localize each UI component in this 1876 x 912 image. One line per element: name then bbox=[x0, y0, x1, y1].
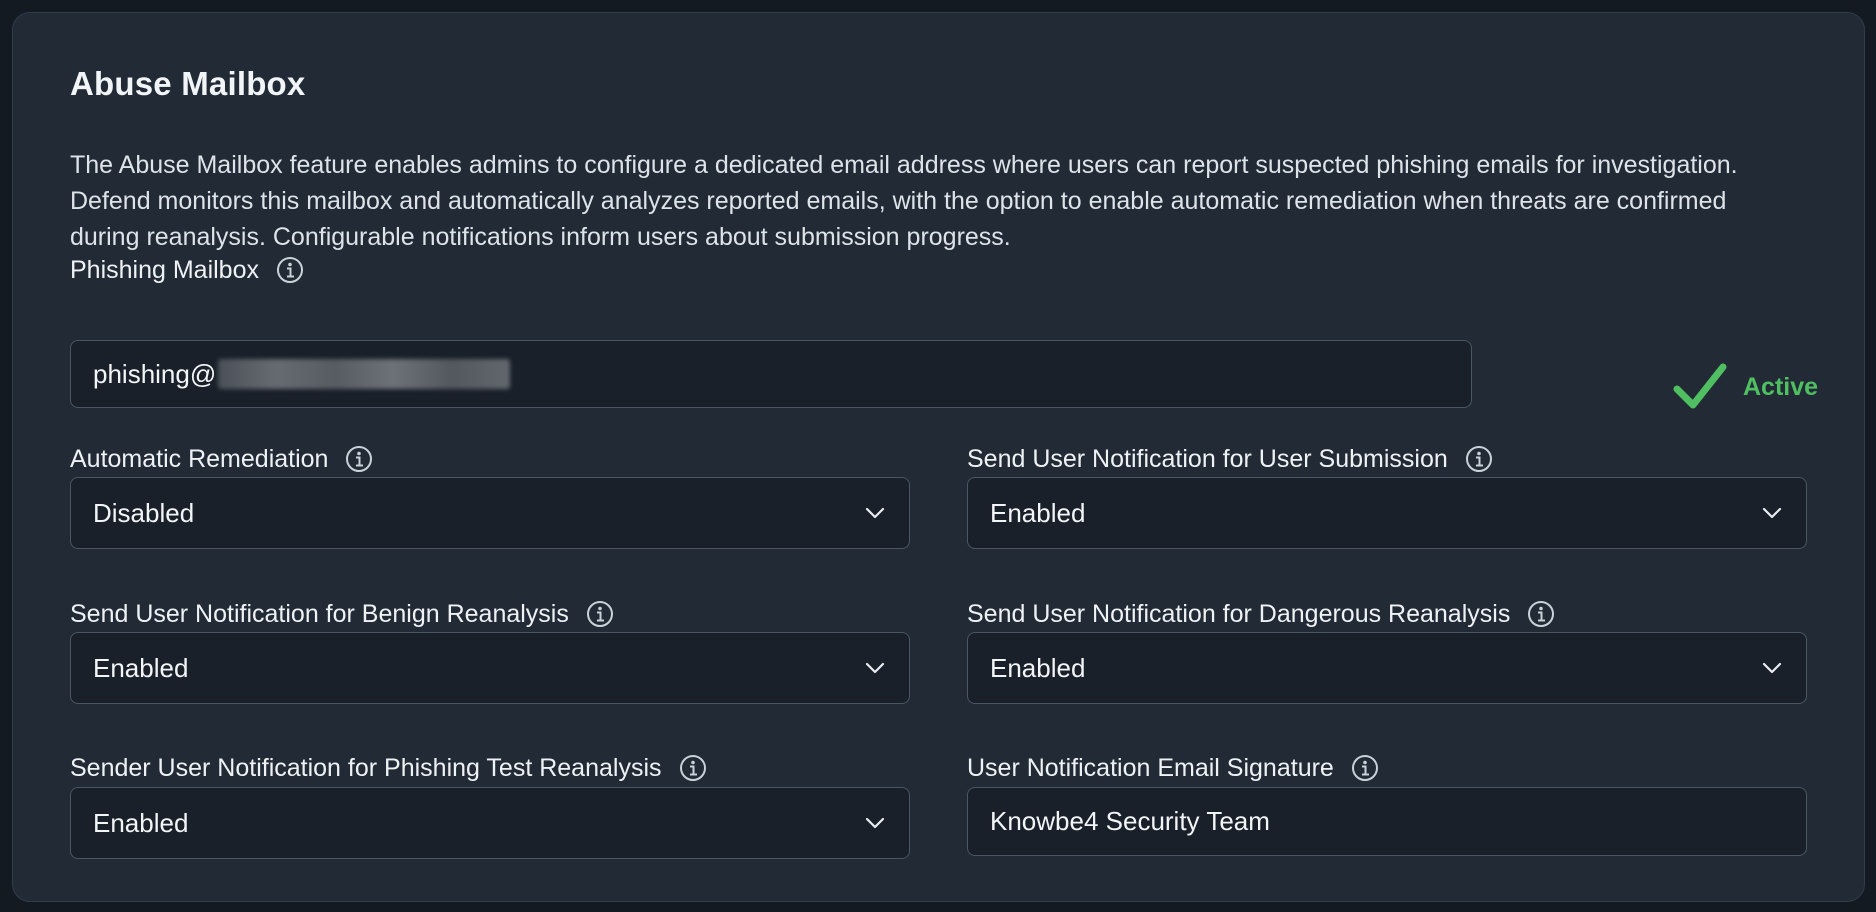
status-badge: Active bbox=[1743, 372, 1819, 401]
notify-benign-select[interactable]: Enabled bbox=[70, 632, 910, 704]
notify-benign-label: Send User Notification for Benign Reanal… bbox=[70, 597, 615, 631]
info-icon[interactable] bbox=[1464, 444, 1494, 474]
automatic-remediation-select[interactable]: Disabled bbox=[70, 477, 910, 549]
chevron-down-icon bbox=[865, 662, 885, 674]
notify-user-submission-label: Send User Notification for User Submissi… bbox=[967, 442, 1494, 476]
email-signature-input[interactable]: Knowbe4 Security Team bbox=[967, 787, 1807, 856]
notify-phishing-test-label: Sender User Notification for Phishing Te… bbox=[70, 751, 708, 785]
automatic-remediation-label: Automatic Remediation bbox=[70, 442, 374, 476]
feature-description: The Abuse Mailbox feature enables admins… bbox=[70, 151, 1738, 251]
notify-phishing-test-select[interactable]: Enabled bbox=[70, 787, 910, 859]
chevron-down-icon bbox=[1762, 662, 1782, 674]
info-icon[interactable] bbox=[1350, 753, 1380, 783]
checkmark-icon bbox=[1673, 363, 1727, 409]
info-icon[interactable] bbox=[585, 599, 615, 629]
chevron-down-icon bbox=[865, 817, 885, 829]
info-icon[interactable] bbox=[678, 753, 708, 783]
abuse-mailbox-card: Abuse Mailbox The Abuse Mailbox feature … bbox=[12, 12, 1865, 902]
phishing-mailbox-input[interactable]: phishing@ bbox=[70, 340, 1472, 408]
mailbox-status: Active bbox=[1673, 363, 1818, 411]
email-signature-label: User Notification Email Signature bbox=[967, 751, 1380, 785]
info-icon[interactable] bbox=[1526, 599, 1556, 629]
page-title: Abuse Mailbox bbox=[70, 65, 306, 102]
chevron-down-icon bbox=[1762, 507, 1782, 519]
info-icon[interactable] bbox=[275, 255, 305, 285]
chevron-down-icon bbox=[865, 507, 885, 519]
notify-user-submission-select[interactable]: Enabled bbox=[967, 477, 1807, 549]
notify-dangerous-label: Send User Notification for Dangerous Rea… bbox=[967, 597, 1556, 631]
phishing-mailbox-label: Phishing Mailbox bbox=[70, 253, 305, 287]
notify-dangerous-select[interactable]: Enabled bbox=[967, 632, 1807, 704]
redacted-domain bbox=[218, 359, 511, 389]
info-icon[interactable] bbox=[344, 444, 374, 474]
